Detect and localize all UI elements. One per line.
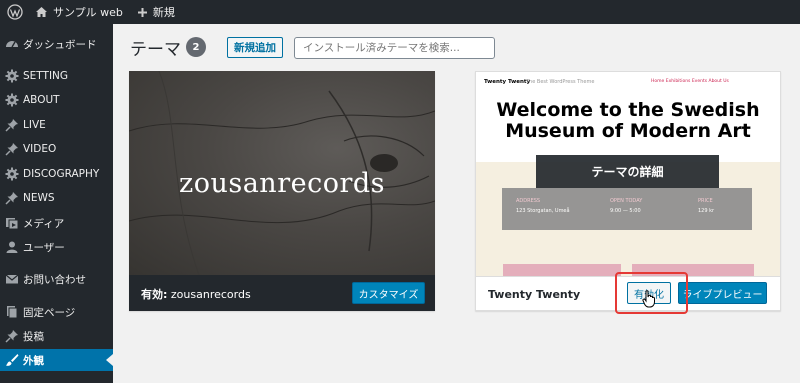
live-preview-button[interactable]: ライブプレビュー: [678, 282, 767, 304]
sidebar-item-label: お問い合わせ: [23, 273, 86, 286]
sidebar-item-contact[interactable]: お問い合わせ: [0, 268, 113, 290]
sidebar-item-pages[interactable]: 固定ページ: [0, 301, 113, 323]
pin-icon: [5, 192, 18, 205]
screenshot-headline: Welcome to the Swedish Museum of Modern …: [496, 99, 760, 142]
active-prefix: 有効:: [141, 288, 168, 301]
screenshot-col3-label: PRICE: [698, 198, 713, 204]
screenshot-info-box: ADDRESS 123 Storgatan, Umeå OPEN TODAY 9…: [502, 188, 752, 230]
sidebar-item-label: DISCOGRAPHY: [23, 168, 100, 180]
page-icon: [7, 306, 18, 319]
sidebar-item-label: 投稿: [23, 330, 44, 343]
brush-icon: [6, 354, 19, 366]
customize-button[interactable]: カスタマイズ: [352, 282, 425, 304]
theme-screenshot[interactable]: zousanrecords: [129, 71, 435, 275]
plus-icon: [137, 7, 147, 17]
sidebar-item-dashboard[interactable]: ダッシュボード: [0, 33, 113, 55]
sidebar-item-posts[interactable]: 投稿: [0, 325, 113, 347]
sidebar-item-appearance[interactable]: 外観: [0, 349, 113, 371]
screenshot-image-block: [503, 264, 621, 276]
sidebar-item-label: ダッシュボード: [23, 38, 97, 51]
theme-card-active[interactable]: zousanrecords 有効: zousanrecords: [129, 71, 435, 311]
screenshot-col3-value: 129 kr: [698, 208, 715, 214]
mail-icon: [5, 274, 19, 284]
screenshot-col1-label: ADDRESS: [516, 198, 541, 204]
gear-icon: [5, 93, 19, 107]
pin-icon: [5, 330, 18, 343]
dashboard-icon: [6, 41, 18, 48]
screenshot-tagline: The Best WordPress Theme: [526, 79, 595, 85]
theme-name: Twenty Twenty: [488, 288, 581, 301]
sidebar-item-discography[interactable]: DISCOGRAPHY: [0, 163, 113, 185]
sidebar-item-news[interactable]: NEWS: [0, 187, 113, 209]
page-title: テーマ: [130, 40, 181, 60]
active-theme-name: 有効: zousanrecords: [141, 286, 251, 302]
gear-icon: [5, 167, 19, 181]
sidebar-item-media[interactable]: メディア: [0, 212, 113, 234]
theme-name: zousanrecords: [170, 288, 251, 301]
new-content-link[interactable]: 新規: [130, 0, 182, 24]
theme-details-button[interactable]: テーマの詳細: [536, 155, 719, 188]
screenshot-col2-label: OPEN TODAY: [610, 198, 643, 204]
sidebar-item-users[interactable]: ユーザー: [0, 236, 113, 258]
site-name: サンプル web: [53, 6, 123, 19]
gear-icon: [5, 69, 19, 83]
hand-cursor-icon: [642, 290, 655, 308]
pin-icon: [5, 143, 18, 156]
sidebar-item-label: メディア: [23, 217, 65, 230]
sidebar-item-video[interactable]: VIDEO: [0, 138, 113, 160]
sidebar-item-label: LIVE: [23, 119, 46, 131]
screenshot-col2-value: 9:00 — 5:00: [610, 208, 641, 214]
sidebar-item-label: ABOUT: [23, 94, 60, 106]
theme-count-badge: 2: [186, 37, 206, 57]
wordpress-logo-icon[interactable]: [2, 0, 28, 24]
screenshot-site-title: Twenty Twenty: [484, 79, 531, 85]
sidebar-item-label: ユーザー: [23, 241, 65, 254]
screenshot-nav: Home Exhibitions Events About Us: [651, 79, 729, 84]
add-new-theme-button[interactable]: 新規追加: [227, 37, 283, 58]
user-icon: [6, 241, 18, 253]
screenshot-col1-value: 123 Storgatan, Umeå: [516, 208, 570, 214]
sidebar-item-label: NEWS: [23, 192, 55, 204]
home-icon: [36, 7, 47, 17]
theme-screenshot-title: zousanrecords: [178, 168, 386, 199]
pin-icon: [5, 119, 18, 132]
sidebar-item-label: 固定ページ: [23, 306, 76, 319]
sidebar-item-setting[interactable]: SETTING: [0, 65, 113, 87]
sidebar-item-label: SETTING: [23, 70, 69, 82]
new-label: 新規: [152, 6, 175, 19]
sidebar-item-live[interactable]: LIVE: [0, 114, 113, 136]
sidebar-item-label: VIDEO: [23, 143, 57, 155]
admin-bar: サンプル web 新規: [0, 0, 800, 24]
sidebar-item-about[interactable]: ABOUT: [0, 89, 113, 111]
sidebar-item-label: 外観: [23, 354, 44, 367]
admin-sidebar: ダッシュボード SETTING ABOUT LIVE VIDEO DISCOGR…: [0, 24, 113, 383]
media-icon: [6, 218, 19, 230]
site-name-link[interactable]: サンプル web: [28, 0, 130, 24]
theme-search-input[interactable]: [294, 37, 495, 59]
